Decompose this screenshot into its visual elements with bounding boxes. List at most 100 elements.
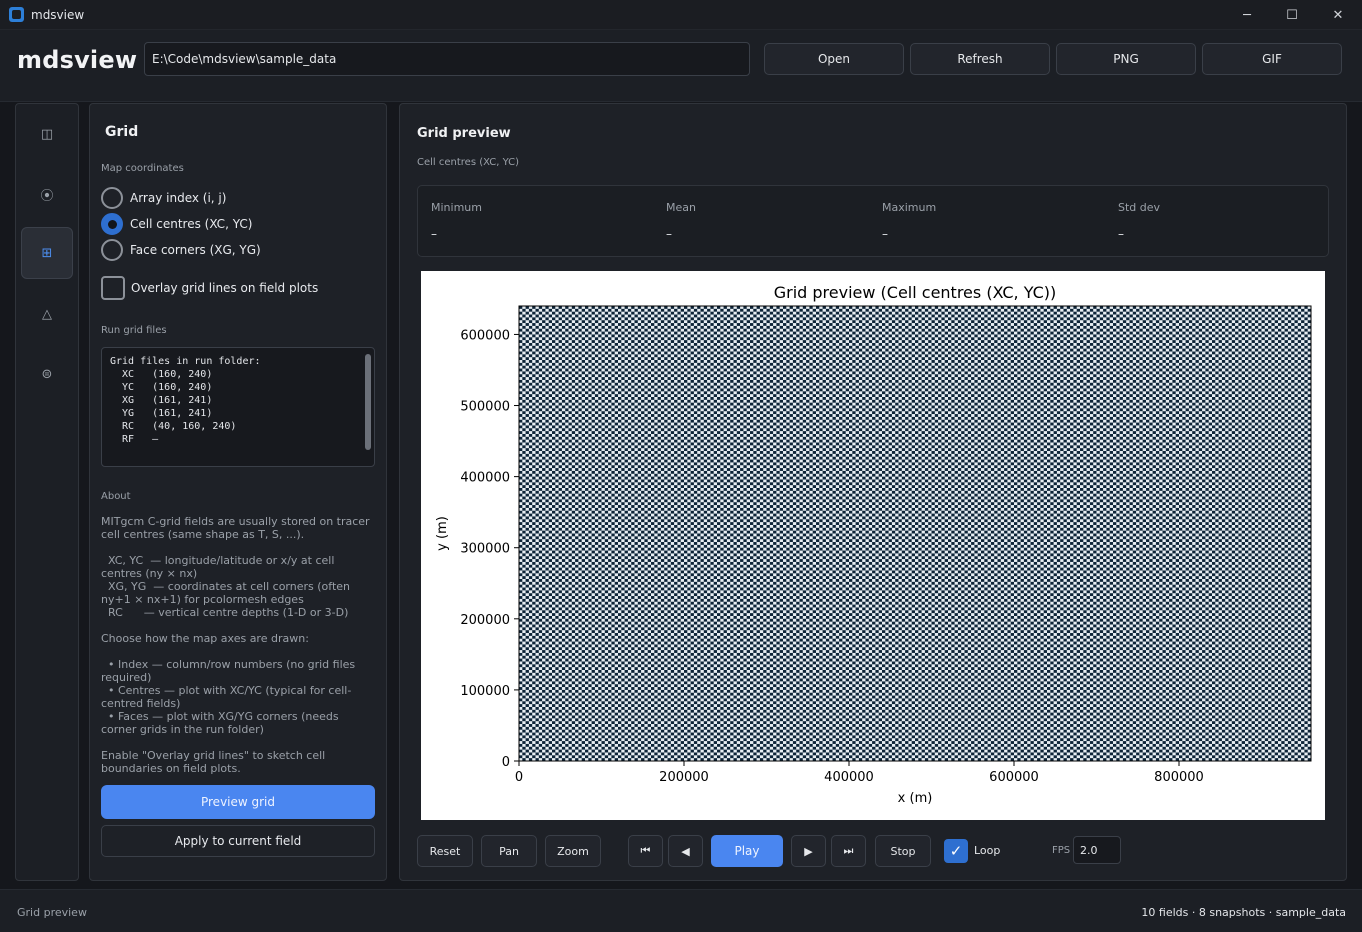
window-title: mdsview	[31, 8, 85, 22]
radio-face-corners[interactable]: Face corners (XG, YG)	[101, 239, 261, 261]
fps-input[interactable]	[1073, 836, 1121, 864]
y-tick-label: 300000	[460, 542, 510, 557]
fps-label: FPS	[1052, 845, 1071, 856]
maximize-button[interactable]: ☐	[1269, 0, 1315, 30]
loop-checkbox[interactable]: ✓	[944, 839, 968, 863]
triangle-icon: △	[42, 306, 52, 322]
open-button[interactable]: Open	[764, 43, 904, 75]
app-icon	[9, 7, 24, 22]
y-tick-label: 400000	[460, 471, 510, 486]
about-paragraph: Enable "Overlay grid lines" to sketch ce…	[101, 749, 329, 775]
checkbox[interactable]	[101, 276, 125, 300]
radio-label: Cell centres (XC, YC)	[130, 217, 253, 231]
reset-button[interactable]: Reset	[417, 835, 473, 867]
app-brand: mdsview	[17, 46, 138, 74]
nav-rail: ◫ ⦿ ⊞ △ ⊜	[15, 103, 79, 881]
radio-array-index[interactable]: Array index (i, j)	[101, 187, 226, 209]
status-bar: Grid preview 10 fields · 8 snapshots · s…	[0, 889, 1362, 932]
chart-title: Grid preview (Cell centres (XC, YC))	[774, 283, 1057, 302]
stat-label: Std dev	[1118, 201, 1161, 214]
stat-label: Maximum	[882, 201, 937, 214]
png-button[interactable]: PNG	[1056, 43, 1196, 75]
title-bar: mdsview ─ ☐ ✕	[0, 0, 1362, 30]
last-frame-button[interactable]: ⏭	[831, 835, 866, 867]
about-paragraph: Choose how the map axes are drawn:	[101, 632, 309, 645]
skip-start-icon: ⏮	[640, 844, 651, 857]
rail-item-grid[interactable]: ⊞	[21, 227, 73, 279]
x-tick-label: 200000	[659, 770, 709, 785]
first-frame-button[interactable]: ⏮	[628, 835, 663, 867]
stat-mean: Mean –	[666, 201, 696, 241]
preview-subtitle: Cell centres (XC, YC)	[417, 157, 520, 168]
radio-button-selected[interactable]	[101, 213, 123, 235]
grid-files-text: Grid files in run folder: XC (160, 240) …	[110, 356, 261, 445]
rail-item-panel[interactable]: ◫	[21, 108, 73, 160]
rail-item-triangle[interactable]: △	[21, 288, 73, 340]
radio-button[interactable]	[101, 187, 123, 209]
radio-label: Face corners (XG, YG)	[130, 243, 261, 257]
stat-maximum: Maximum –	[882, 201, 936, 241]
stat-minimum: Minimum –	[431, 201, 482, 241]
grid-preview-panel: Grid preview Cell centres (XC, YC) Minim…	[399, 103, 1347, 881]
about-paragraph: XC, YC — longitude/latitude or x/y at ce…	[101, 554, 351, 619]
minimize-button[interactable]: ─	[1224, 0, 1270, 30]
x-tick-label: 400000	[824, 770, 874, 785]
y-tick-label: 500000	[460, 400, 510, 415]
map-coordinates-label: Map coordinates	[101, 163, 184, 174]
grid-icon: ⊞	[41, 245, 53, 261]
play-button[interactable]: Play	[711, 835, 783, 867]
panel-title: Grid	[105, 124, 139, 140]
about-paragraph: MITgcm C-grid fields are usually stored …	[101, 515, 374, 541]
skip-end-icon: ⏭	[843, 844, 854, 857]
scrollbar[interactable]	[365, 354, 371, 450]
about-text: MITgcm C-grid fields are usually stored …	[101, 515, 377, 788]
panel-icon: ◫	[40, 126, 54, 142]
preview-grid-button[interactable]: Preview grid	[101, 785, 375, 819]
close-button[interactable]: ✕	[1315, 0, 1361, 30]
stat-value: –	[666, 227, 672, 241]
radio-cell-centres[interactable]: Cell centres (XC, YC)	[101, 213, 252, 235]
apply-to-field-button[interactable]: Apply to current field	[101, 825, 375, 857]
about-paragraph: • Index — column/row numbers (no grid fi…	[101, 658, 356, 736]
path-input[interactable]	[144, 42, 750, 76]
loop-label: Loop	[974, 844, 1001, 857]
x-axis-label: x (m)	[898, 791, 933, 806]
y-tick-label: 0	[502, 755, 510, 770]
radio-button[interactable]	[101, 239, 123, 261]
heatmap-cells	[519, 306, 1311, 761]
header: mdsview Open Refresh PNG GIF	[0, 30, 1362, 102]
about-label: About	[101, 491, 131, 502]
x-tick-label: 0	[515, 770, 523, 785]
next-frame-button[interactable]: ▶	[791, 835, 826, 867]
stop-button[interactable]: Stop	[875, 835, 931, 867]
stat-label: Mean	[666, 201, 696, 214]
stat-value: –	[882, 227, 888, 241]
rail-item-layers[interactable]: ⊜	[21, 348, 73, 400]
y-tick-label: 200000	[460, 613, 510, 628]
preview-title: Grid preview	[417, 126, 511, 141]
stats-card: Minimum – Mean – Maximum – Std dev –	[417, 185, 1329, 257]
grid-files-textbox[interactable]: Grid files in run folder: XC (160, 240) …	[101, 347, 375, 467]
pan-button[interactable]: Pan	[481, 835, 537, 867]
stat-value: –	[431, 227, 437, 241]
status-text: Grid preview	[17, 906, 87, 919]
rail-item-target[interactable]: ⦿	[21, 168, 73, 220]
layers-icon: ⊜	[41, 366, 53, 382]
overlay-grid-checkbox[interactable]: Overlay grid lines on field plots	[101, 276, 318, 300]
gif-button[interactable]: GIF	[1202, 43, 1342, 75]
prev-frame-button[interactable]: ◀	[668, 835, 703, 867]
run-grid-files-label: Run grid files	[101, 325, 167, 336]
stat-label: Minimum	[431, 201, 482, 214]
refresh-button[interactable]: Refresh	[910, 43, 1050, 75]
status-summary: 10 fields · 8 snapshots · sample_data	[1141, 906, 1346, 919]
x-tick-label: 800000	[1154, 770, 1204, 785]
x-tick-label: 600000	[989, 770, 1039, 785]
chart-svg: Grid preview (Cell centres (XC, YC)) 0 200…	[435, 283, 1312, 806]
y-tick-label: 100000	[460, 684, 510, 699]
stat-std-dev: Std dev –	[1118, 201, 1160, 241]
grid-preview-plot[interactable]: Grid preview (Cell centres (XC, YC)) 0 200…	[421, 271, 1325, 820]
zoom-button[interactable]: Zoom	[545, 835, 601, 867]
radio-label: Array index (i, j)	[130, 191, 227, 205]
y-axis-label: y (m)	[435, 516, 450, 551]
y-tick-label: 600000	[460, 328, 510, 343]
